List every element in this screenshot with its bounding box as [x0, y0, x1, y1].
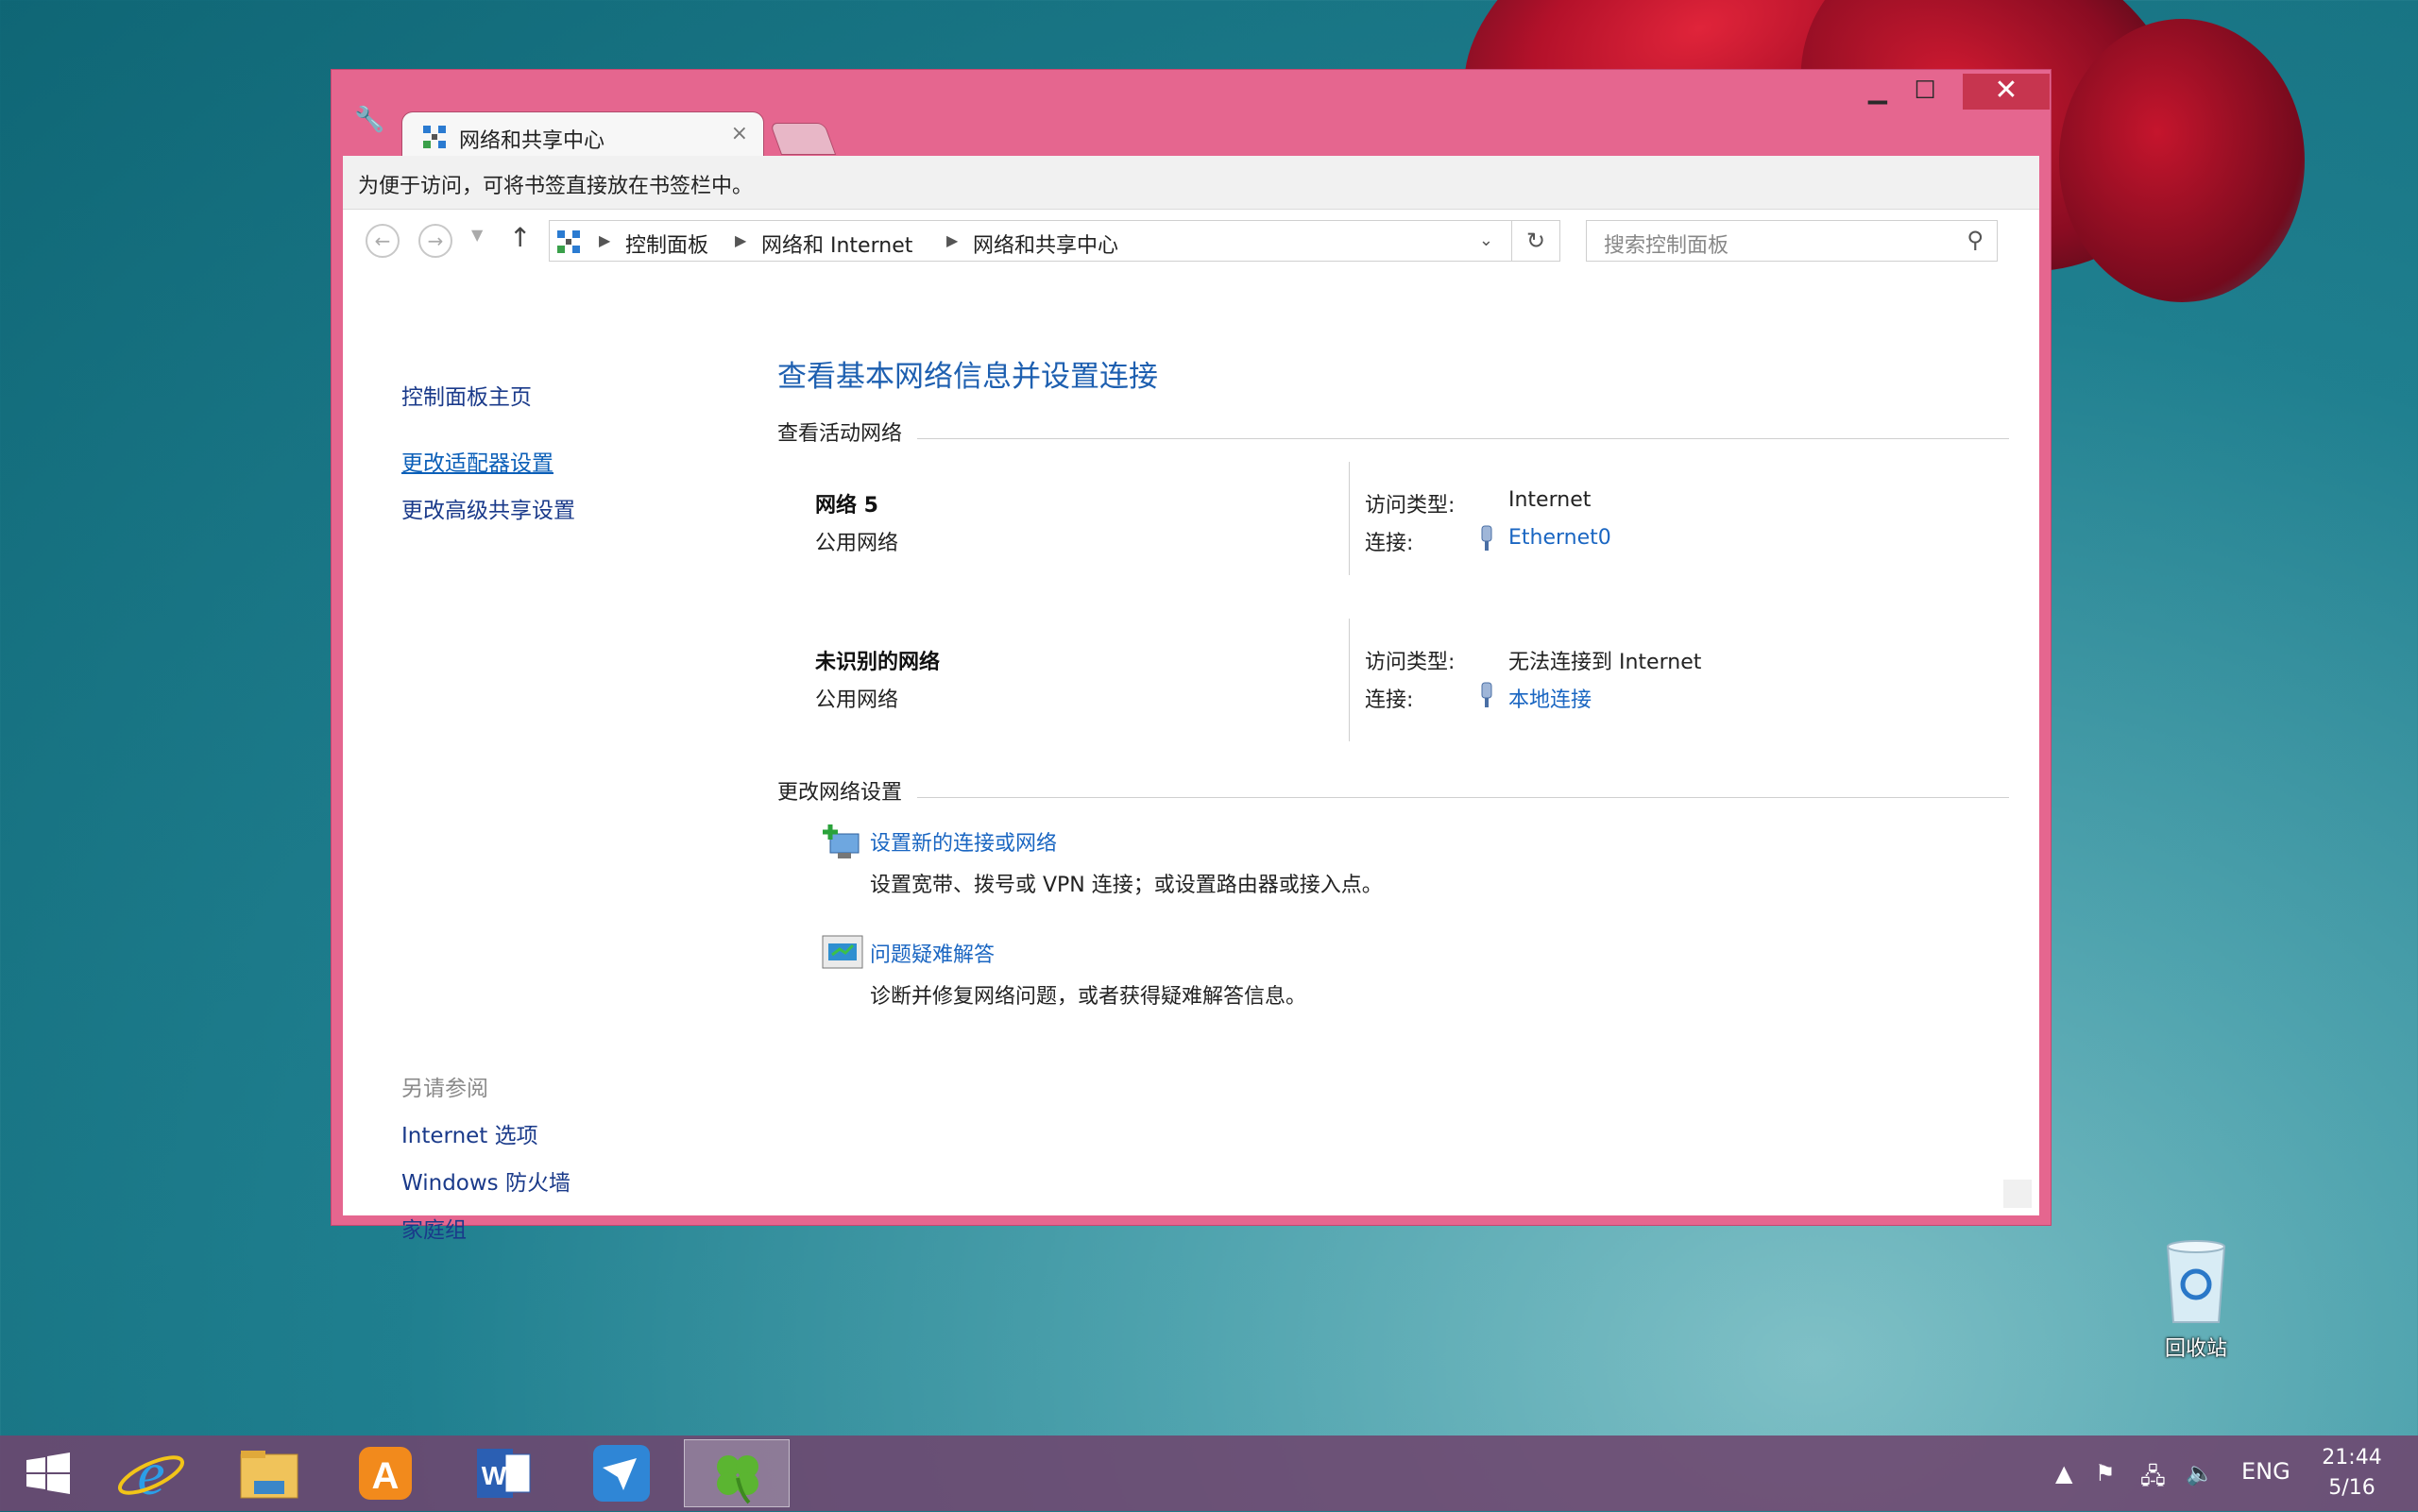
wallpaper-flower	[2059, 19, 2305, 302]
divider	[1349, 619, 1350, 741]
internet-options-link[interactable]: Internet 选项	[401, 1117, 538, 1149]
bird-app-icon	[593, 1445, 650, 1502]
local-connection-link[interactable]: 本地连接	[1508, 683, 1592, 713]
start-icon	[26, 1453, 70, 1494]
maximize-button[interactable]: ☐	[1901, 74, 1949, 110]
window-close-button[interactable]: ✕	[1963, 74, 2050, 110]
change-settings-heading: 更改网络设置	[777, 781, 903, 805]
taskbar-clover-app[interactable]	[684, 1439, 790, 1507]
refresh-icon[interactable]: ↻	[1511, 221, 1559, 261]
network-icon	[421, 124, 448, 154]
troubleshoot-icon	[821, 934, 864, 976]
tab-title: 网络和共享中心	[459, 129, 605, 153]
address-history-chevron-down-icon[interactable]: ⌄	[1479, 230, 1493, 250]
network-name: 未识别的网络	[815, 651, 941, 674]
tab-close-icon[interactable]: ×	[731, 122, 748, 145]
search-box[interactable]: 搜索控制面板 ⚲	[1586, 220, 1998, 262]
recycle-bin-icon	[2166, 1240, 2226, 1323]
new-connection-icon	[821, 823, 864, 870]
divider	[1349, 462, 1350, 575]
internet-explorer-icon: e	[117, 1439, 185, 1508]
bookmarks-bar-hint: 为便于访问，可将书签直接放在书签栏中。	[358, 175, 754, 198]
bookmarks-bar: 为便于访问，可将书签直接放在书签栏中。	[343, 156, 2039, 210]
change-advanced-sharing-link[interactable]: 更改高级共享设置	[401, 492, 575, 524]
forward-button[interactable]: →	[418, 224, 452, 258]
active-networks-heading: 查看活动网络	[777, 422, 903, 446]
navigation-bar: ← → ▼ ↑ ▶ 控制面板 ▶ 网络和 Internet ▶ 网络和共享中心	[343, 209, 2039, 271]
recycle-bin-label: 回收站	[2164, 1337, 2227, 1361]
breadcrumb-separator-icon[interactable]: ▶	[946, 231, 958, 249]
window-content: 为便于访问，可将书签直接放在书签栏中。 ← → ▼ ↑ ▶ 控制面板 ▶ 网络和…	[343, 156, 2039, 1243]
breadcrumb-network-sharing-center[interactable]: 网络和共享中心	[973, 229, 1118, 259]
ethernet-icon	[1476, 681, 1497, 713]
connection-label: 连接:	[1365, 688, 1414, 712]
page-title: 查看基本网络信息并设置连接	[777, 360, 1158, 394]
network-category: 公用网络	[815, 532, 899, 555]
volume-icon[interactable]: 🔈	[2186, 1460, 2214, 1487]
search-icon[interactable]: ⚲	[1967, 227, 1984, 253]
taskbar-file-explorer[interactable]	[222, 1439, 316, 1507]
access-type-label: 访问类型:	[1365, 494, 1456, 518]
control-panel-home-link[interactable]: 控制面板主页	[401, 379, 532, 411]
see-also-heading: 另请参阅	[401, 1077, 488, 1101]
divider	[917, 797, 2009, 798]
taskbar-app-a[interactable]: A	[338, 1439, 433, 1507]
recycle-bin[interactable]: 回收站	[2144, 1237, 2248, 1362]
tab-network-sharing-center[interactable]: 网络和共享中心 ×	[401, 111, 764, 161]
breadcrumb-separator-icon[interactable]: ▶	[735, 231, 746, 249]
action-center-flag-icon[interactable]: ⚑	[2095, 1460, 2116, 1487]
taskbar-bird-app[interactable]	[574, 1439, 669, 1507]
clock-date: 5/16	[2328, 1476, 2375, 1500]
network-category: 公用网络	[815, 688, 899, 712]
taskbar: e A W ▲ ⚑ 🖧 🔈 ENG 21:44 5/16	[0, 1436, 2418, 1511]
network-tray-icon[interactable]: 🖧	[2140, 1460, 2166, 1499]
search-placeholder[interactable]: 搜索控制面板	[1604, 229, 1728, 259]
svg-text:e: e	[137, 1439, 164, 1507]
word-icon: W	[477, 1449, 531, 1498]
minimize-button[interactable]: ▁	[1854, 74, 1901, 110]
setup-new-connection-link[interactable]: 设置新的连接或网络	[870, 826, 1057, 857]
svg-text:W: W	[482, 1461, 507, 1490]
new-tab-button[interactable]	[769, 123, 837, 155]
divider	[917, 438, 2009, 439]
svg-text:A: A	[372, 1455, 400, 1497]
clover-app-icon	[717, 1455, 758, 1504]
access-type-value: Internet	[1508, 488, 1592, 512]
start-button[interactable]	[0, 1439, 94, 1507]
address-bar[interactable]: ▶ 控制面板 ▶ 网络和 Internet ▶ 网络和共享中心 ⌄ ↻	[549, 220, 1560, 262]
setup-new-connection-desc: 设置宽带、拨号或 VPN 连接；或设置路由器或接入点。	[870, 874, 1383, 897]
homegroup-link[interactable]: 家庭组	[401, 1212, 467, 1244]
recent-pages-chevron-down-icon[interactable]: ▼	[471, 226, 483, 244]
access-type-label: 访问类型:	[1365, 651, 1456, 674]
control-panel-icon	[555, 229, 582, 259]
windows-firewall-link[interactable]: Windows 防火墙	[401, 1164, 570, 1197]
troubleshoot-link[interactable]: 问题疑难解答	[870, 938, 995, 968]
system-clock[interactable]: 21:44 5/16	[2314, 1443, 2390, 1504]
troubleshoot-desc: 诊断并修复网络问题，或者获得疑难解答信息。	[870, 985, 1307, 1009]
back-button[interactable]: ←	[366, 224, 400, 258]
ethernet-icon	[1476, 524, 1497, 556]
up-arrow-icon[interactable]: ↑	[509, 222, 531, 253]
network-name: 网络 5	[815, 494, 878, 518]
app-a-icon: A	[359, 1447, 412, 1500]
breadcrumb-network-internet[interactable]: 网络和 Internet	[761, 229, 912, 259]
breadcrumb-separator-icon[interactable]: ▶	[599, 231, 610, 249]
resize-grip[interactable]	[2003, 1180, 2032, 1208]
control-panel-window: 🔧 ▁ ☐ ✕ 网络和共享中心 × 为便于访问，可将书签直接放在书签栏中。 ← …	[331, 69, 2052, 1243]
taskbar-word[interactable]: W	[456, 1439, 551, 1507]
breadcrumb-control-panel[interactable]: 控制面板	[625, 229, 708, 259]
access-type-value: 无法连接到 Internet	[1508, 651, 1702, 674]
taskbar-internet-explorer[interactable]: e	[104, 1439, 198, 1508]
show-hidden-icons-icon[interactable]: ▲	[2055, 1460, 2072, 1487]
wrench-icon[interactable]: 🔧	[354, 106, 384, 134]
ethernet0-connection-link[interactable]: Ethernet0	[1508, 526, 1611, 550]
file-explorer-icon	[240, 1451, 298, 1499]
clock-time: 21:44	[2322, 1446, 2382, 1470]
connection-label: 连接:	[1365, 532, 1414, 555]
input-language-indicator[interactable]: ENG	[2241, 1458, 2290, 1485]
change-adapter-settings-link[interactable]: 更改适配器设置	[401, 445, 553, 477]
